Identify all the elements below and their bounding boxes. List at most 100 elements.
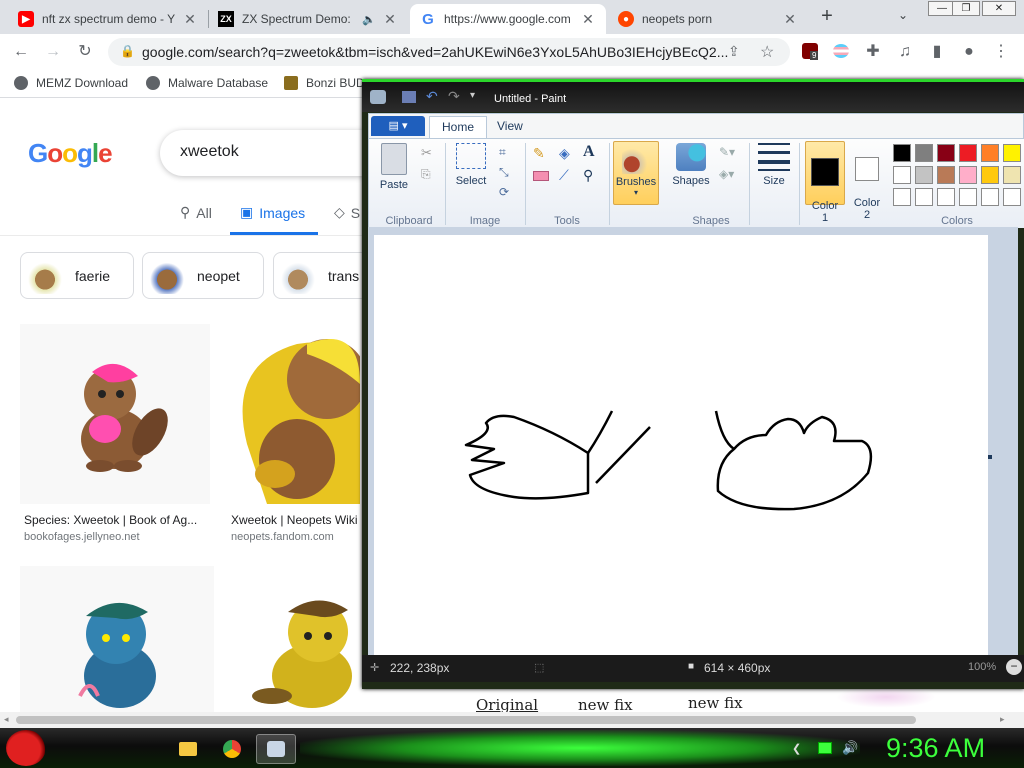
tab-zx-spectrum[interactable]: ZX ZX Spectrum Demo: 🔈 ✕ [208,4,408,34]
close-tab-icon[interactable]: ✕ [182,11,198,28]
eraser-icon[interactable] [533,171,549,181]
canvas-resize-handle[interactable] [988,455,992,459]
palette-swatch[interactable] [937,188,955,206]
undo-icon[interactable]: ↶ [426,88,438,105]
result-source[interactable]: neopets.fandom.com [231,531,334,543]
scroll-right-icon[interactable]: ▸ [1000,714,1005,725]
outline-icon[interactable]: ✎▾ [719,145,735,159]
chip-trans[interactable]: trans [273,252,373,299]
color1-button[interactable]: Color 1 [805,141,845,224]
brushes-button[interactable]: Brushes ▾ [613,141,659,205]
puzzle-extensions-icon[interactable]: ✚ [864,43,882,61]
palette-swatch[interactable] [915,166,933,184]
bookmark-star-icon[interactable]: ☆ [760,42,774,62]
text-tool-icon[interactable]: A [583,143,595,161]
crop-icon[interactable]: ⌗ [499,145,506,160]
start-button-angry-bird-icon[interactable] [6,730,46,766]
action-center-icon[interactable] [818,742,832,754]
image-result-yellow-xweetok[interactable] [227,324,367,504]
back-arrow-icon[interactable]: ← [12,43,30,61]
close-tab-icon[interactable]: ✕ [580,11,596,28]
pencil-icon[interactable]: ✎ [533,145,545,162]
reload-icon[interactable]: ↻ [76,43,94,61]
palette-swatch[interactable] [981,144,999,162]
fill-icon[interactable]: ◈▾ [719,167,734,181]
palette-swatch[interactable] [959,166,977,184]
tab-images[interactable]: ▣ Images [240,204,305,221]
chip-neopet[interactable]: neopet [142,252,264,299]
new-tab-plus-icon[interactable]: + [818,6,836,26]
paste-button[interactable]: Paste [377,143,411,191]
palette-swatch[interactable] [893,166,911,184]
bookmark-memz[interactable]: MEMZ Download [14,76,128,90]
image-result-blue-xweetok[interactable] [20,566,214,712]
palette-swatch[interactable] [937,166,955,184]
palette-swatch[interactable] [981,188,999,206]
magnifier-icon[interactable]: ⚲ [583,167,593,184]
kebab-menu-icon[interactable]: ⋮ [992,43,1010,61]
tab-home[interactable]: Home [429,116,488,138]
tab-shopping[interactable]: ◇ S [334,204,360,221]
file-menu-button[interactable]: ▤ ▾ [371,116,425,136]
rotate-icon[interactable]: ⟳ [499,185,509,199]
close-tab-icon[interactable]: ✕ [782,11,798,28]
search-input[interactable]: xweetok [180,143,239,161]
lock-icon[interactable]: 🔒 [120,44,135,58]
copy-icon[interactable]: ⎘ [421,167,431,182]
tab-search-chevron-icon[interactable]: ⌄ [898,8,908,22]
palette-swatch[interactable] [981,166,999,184]
palette-swatch[interactable] [915,144,933,162]
quick-access-dropdown-icon[interactable]: ▾ [470,90,475,101]
result-caption[interactable]: Xweetok | Neopets Wiki [231,513,360,527]
palette-swatch[interactable] [915,188,933,206]
tab-reddit[interactable]: ● neopets porn ✕ [608,4,808,34]
horizontal-scrollbar[interactable]: ◂ ▸ [0,712,1024,728]
tab-view[interactable]: View [485,116,535,138]
taskbar-paint[interactable] [256,734,296,764]
size-button[interactable]: Size [755,143,793,187]
google-logo[interactable]: Google [28,138,113,169]
scrollbar-thumb[interactable] [16,716,916,724]
palette-swatch[interactable] [937,144,955,162]
bookmark-bonzi[interactable]: Bonzi BUD [284,76,365,90]
palette-swatch[interactable] [1003,144,1021,162]
palette-swatch[interactable] [1003,166,1021,184]
paint-titlebar[interactable]: ↶ ↷ ▾ Untitled - Paint [362,82,1024,112]
url-text[interactable]: google.com/search?q=zweetok&tbm=isch&ved… [142,44,728,60]
palette-swatch[interactable] [893,188,911,206]
ublock-extension-icon[interactable]: 9 [802,43,819,60]
close-tab-icon[interactable]: ✕ [382,11,398,28]
palette-swatch[interactable] [959,144,977,162]
resize-icon[interactable]: ⤡ [499,165,509,180]
redo-icon[interactable]: ↷ [448,88,460,105]
result-source[interactable]: bookofages.jellyneo.net [24,531,140,543]
close-window-button[interactable]: ✕ [982,1,1016,16]
palette-swatch[interactable] [1003,188,1021,206]
taskbar-chrome[interactable] [212,734,252,764]
image-result-gold-xweetok[interactable] [232,566,360,712]
palette-swatch[interactable] [959,188,977,206]
shapes-button[interactable]: Shapes [669,143,713,187]
profile-avatar-icon[interactable]: ● [960,43,978,61]
bookmark-malware-database[interactable]: Malware Database [146,76,268,90]
speaker-icon[interactable]: 🔈 [362,13,376,26]
drawing-canvas[interactable] [374,235,988,665]
palette-swatch[interactable] [893,144,911,162]
scroll-left-icon[interactable]: ◂ [4,714,9,725]
chip-faerie[interactable]: faerie [20,252,134,299]
flag-extension-icon[interactable] [833,44,849,58]
tab-youtube[interactable]: ▶ nft zx spectrum demo - Y ✕ [8,4,208,34]
color2-button[interactable]: Color 2 [849,143,885,233]
fill-bucket-icon[interactable]: ◈ [559,145,570,162]
zoom-out-button[interactable]: − [1006,659,1022,675]
share-icon[interactable]: ⇪ [728,43,740,60]
cut-icon[interactable]: ✂ [421,145,432,161]
forward-arrow-icon[interactable]: → [44,43,62,61]
side-panel-icon[interactable]: ▮ [928,43,946,61]
volume-icon[interactable]: 🔊 [842,740,858,756]
tab-all[interactable]: ⚲ All [180,204,212,221]
restore-button[interactable]: ❐ [952,1,980,16]
select-button[interactable]: Select [451,143,491,187]
paint-app-icon[interactable] [370,90,386,104]
media-control-icon[interactable]: ♫ [896,43,914,61]
